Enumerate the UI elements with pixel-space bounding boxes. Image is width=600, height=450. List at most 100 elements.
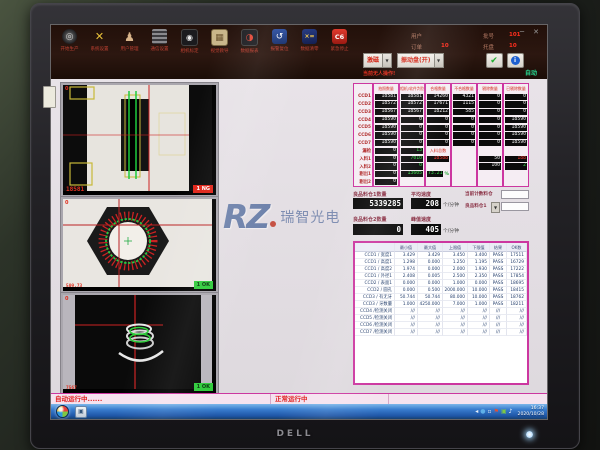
param-row: CCD4 /检测关闭////////////////// xyxy=(355,308,527,315)
brand-watermark: RZ 瑞智光电 xyxy=(223,197,340,236)
stats-cell: 0 xyxy=(452,116,476,124)
toolbar-start-production[interactable]: ◎开始生产 xyxy=(57,29,82,54)
toolbar-emergency-stop[interactable]: C6紧急停止 xyxy=(327,29,352,54)
toolbar-camera-calibration[interactable]: ◉相机标定 xyxy=(177,29,202,54)
bin-select-dropdown-icon[interactable]: ▼ xyxy=(491,202,500,213)
order-label: 订单 xyxy=(411,43,422,51)
param-row: CCD1 / 外径12.4080.0052.5002.350PASS17854 xyxy=(355,273,527,280)
stats-cell: 0 xyxy=(374,170,398,178)
stats-cell: 585 xyxy=(452,108,476,116)
stats-cell: 18590 xyxy=(374,116,398,124)
info-icon: i xyxy=(511,56,520,65)
clock-date: 2020/10/28 xyxy=(518,412,544,417)
stats-cell: 0 xyxy=(478,124,502,132)
stats-cell: 18590 xyxy=(504,139,528,147)
stats-cell: 0 xyxy=(426,116,450,124)
stats-cell xyxy=(504,170,528,178)
stats-cell: 0 xyxy=(504,108,528,116)
vibrator-button[interactable]: 振动盘(开) xyxy=(397,53,435,68)
stats-cell: 0 xyxy=(374,178,398,186)
current-bin-input[interactable] xyxy=(501,190,529,199)
batch-value: 101 xyxy=(509,32,520,38)
main-area: 0 18581 1 NG 0 509.73 xyxy=(51,79,547,393)
info-button[interactable]: i xyxy=(507,53,524,68)
check-icon: ✔ xyxy=(490,56,498,66)
auto-mode-indicator: 自动 xyxy=(525,68,537,77)
stats-cell: 73.21% xyxy=(426,170,450,178)
stats-cell: 0 xyxy=(504,101,528,109)
toolbar-label: 视觉教导 xyxy=(207,48,232,54)
av-icon[interactable]: ▣ xyxy=(501,405,507,418)
excite-button[interactable]: 激磁 xyxy=(363,53,383,68)
power-button[interactable] xyxy=(526,431,533,438)
stats-row-label: CCD2 xyxy=(354,101,372,109)
rz-company-name: 瑞智光电 xyxy=(280,207,340,227)
stats-cell: 1115 xyxy=(452,101,476,109)
close-button[interactable]: ✕ xyxy=(533,28,539,36)
bin2-count-value: 0 xyxy=(353,224,403,235)
camera3-corner-marker: 0 xyxy=(65,296,68,302)
emergency-stop-icon: C6 xyxy=(332,29,347,44)
data-report-icon: ◑ xyxy=(241,29,258,46)
toolbar-vision-teaching[interactable]: ▦视觉教导 xyxy=(207,29,232,54)
camera-view-2: 0 509.73 1 OK xyxy=(61,197,218,293)
stats-row-label: 剔出1 xyxy=(354,170,372,178)
stats-row-label: 入料2 xyxy=(354,163,372,171)
stats-cell: 0 xyxy=(400,139,424,147)
stats-row-label: CCD7 xyxy=(354,139,372,147)
order-value: 10 xyxy=(441,43,449,49)
toolbar-system-settings[interactable]: ✕系统设置 xyxy=(87,29,112,54)
bin-select-input[interactable] xyxy=(501,202,529,211)
quick-launch-icon[interactable]: ▣ xyxy=(75,406,87,418)
stats-cell xyxy=(452,163,476,171)
flag-icon[interactable]: ⚑ xyxy=(494,405,499,418)
toolbar-comm-settings[interactable]: 通信设置 xyxy=(147,29,172,54)
rz-logo: RZ xyxy=(223,197,268,236)
volume-icon[interactable]: ♪ xyxy=(509,405,513,418)
param-row: CCD1 / 宽度13.4293.4293.4503.400PASS17511 xyxy=(355,252,527,259)
stats-label-column: CCD1CCD2CCD3CCD4CCD5CCD6CCD7漏检入料1入料2剔出1剔… xyxy=(353,83,373,187)
comm-settings-icon xyxy=(152,29,167,44)
usb-icon[interactable]: ▫ xyxy=(488,405,492,418)
camera1-corner-marker: 0 xyxy=(65,86,68,92)
current-bin-label: 当前计数料仓 xyxy=(465,191,493,197)
camera-view-1: 0 18581 1 NG xyxy=(61,83,218,197)
toolbar-data-clear[interactable]: ×=数据清零 xyxy=(297,29,322,54)
stats-cell xyxy=(452,170,476,178)
toolbar-user-management[interactable]: ♟用户管理 xyxy=(117,29,142,54)
camera2-corner-marker: 0 xyxy=(65,200,68,206)
start-button[interactable] xyxy=(56,405,69,418)
param-row: CCD2 / 表面10.0000.0001.0000.000PASS18695 xyxy=(355,280,527,287)
stats-cell xyxy=(426,178,450,186)
param-row: CCD3 / 有无牙50.74450.74480.00010.000PASS18… xyxy=(355,294,527,301)
avg-speed-value: 208 xyxy=(411,198,441,209)
minimize-button[interactable]: ─ xyxy=(520,28,524,36)
stats-cell: 100 xyxy=(478,163,502,171)
data-clear-icon: ×= xyxy=(302,29,317,44)
toolbar-alarm-reset[interactable]: ↺报警复位 xyxy=(267,29,292,54)
update-icon[interactable]: ● xyxy=(480,405,485,418)
excite-dropdown-icon[interactable]: ▼ xyxy=(383,53,392,68)
stats-column: 不合格数量432111155850000 xyxy=(451,83,477,187)
window-controls: ─ ✕ xyxy=(520,28,539,36)
stats-cell: 14260 xyxy=(426,93,450,101)
stats-cell xyxy=(478,178,502,186)
vibrator-dropdown-icon[interactable]: ▼ xyxy=(435,53,444,68)
stats-cell: 18581 xyxy=(400,93,424,101)
user-label: 用户 xyxy=(411,32,422,40)
stats-row-label: 剔出2 xyxy=(354,178,372,186)
stats-cell: 0 xyxy=(400,163,424,171)
toolbar-data-report[interactable]: ◑数据报表 xyxy=(237,29,262,54)
counters-panel: 良品料仓1数量 5339285 平均速度 208 个/分钟 良品料仓2数量 0 … xyxy=(353,191,529,239)
screen: ◎开始生产✕系统设置♟用户管理通信设置◉相机标定▦视觉教导◑数据报表↺报警复位×… xyxy=(50,24,548,420)
stats-cell: 0 xyxy=(400,124,424,132)
user-management-icon: ♟ xyxy=(122,29,137,44)
stats-table: CCD1CCD2CCD3CCD4CCD5CCD6CCD7漏检入料1入料2剔出1剔… xyxy=(353,83,529,187)
stats-cell: 0 xyxy=(478,101,502,109)
confirm-button[interactable]: ✔ xyxy=(486,53,503,68)
show-hidden-icons[interactable]: ◂ xyxy=(475,405,478,418)
rz-logo-dot xyxy=(270,221,276,227)
clock-time: 16:37 xyxy=(531,406,544,411)
stats-cell xyxy=(400,178,424,186)
stats-column: 已剔除数量000185901859018590185901882 xyxy=(503,83,529,187)
